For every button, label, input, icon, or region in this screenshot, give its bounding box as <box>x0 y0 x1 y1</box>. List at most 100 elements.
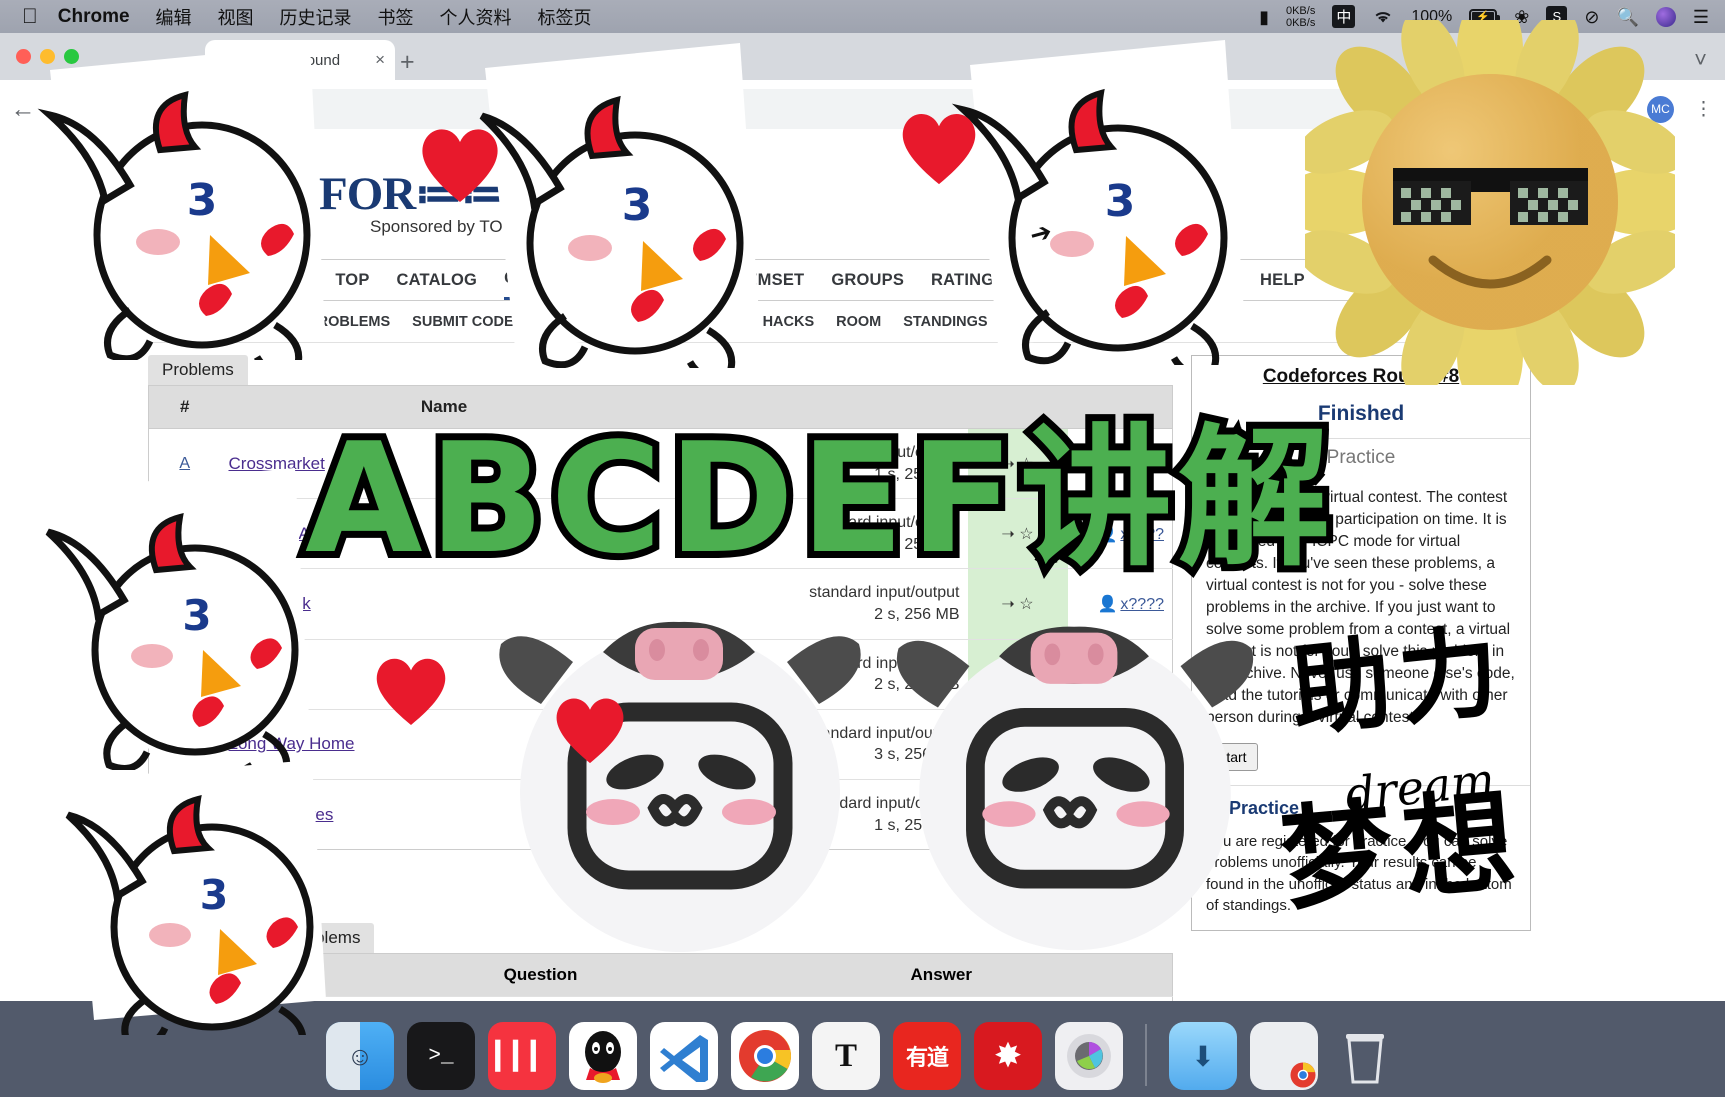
apple-icon[interactable]:  <box>22 6 38 27</box>
subnav-submit-code[interactable]: SUBMIT CODE <box>412 314 514 330</box>
window-controls[interactable] <box>16 49 79 64</box>
minimize-window-button[interactable] <box>40 49 55 64</box>
dock-item-downloads-folder[interactable]: ⬇ <box>1169 1022 1237 1090</box>
close-tab-icon[interactable]: × <box>375 50 385 70</box>
user-icon: 👤 <box>1106 736 1127 754</box>
nav-edu[interactable]: EDU <box>1021 262 1056 299</box>
problem-marks[interactable]: ➝ ☆ <box>967 708 1068 780</box>
table-row[interactable]: E Long Way Home standard input/output 3 … <box>148 708 1173 780</box>
search-icon[interactable]: 🔍 <box>1616 8 1638 26</box>
solved-count[interactable]: x279? <box>1120 666 1164 683</box>
menubar-app-name[interactable]: Chrome <box>58 6 130 28</box>
dock-item-terminal[interactable]: >_ <box>407 1022 475 1090</box>
nav-problemset[interactable]: PROBLEMSET <box>688 262 805 299</box>
dock-item-quicktime[interactable] <box>1055 1022 1123 1090</box>
menu-tabs[interactable]: 标签页 <box>538 4 592 30</box>
problemset-link-row: problemset <box>148 850 1173 885</box>
tab-title: Codeforces Round <box>215 51 341 69</box>
problemset-link[interactable]: problemset <box>1085 859 1159 876</box>
table-row[interactable]: F Crop Squares standard input/output 1 s… <box>148 778 1173 850</box>
problem-index[interactable]: B <box>179 525 190 542</box>
problem-name[interactable]: Crop Squares <box>229 805 334 824</box>
bookmark-star-icon[interactable]: ☆ <box>1610 98 1627 121</box>
control-center-icon[interactable]: ☰ <box>1693 8 1709 26</box>
siri-icon[interactable] <box>1655 6 1676 27</box>
problem-index[interactable]: C <box>179 595 191 612</box>
nav-home[interactable]: HOME <box>258 262 308 299</box>
nav-contests[interactable]: CONTESTS <box>504 260 596 300</box>
dock-item-finder[interactable]: ☺ <box>326 1022 394 1090</box>
profile-avatar[interactable]: MC <box>1647 95 1674 123</box>
menubar-status-area: ▮ 0KB/s 0KB/s 中 100% ⚡ ❀ S ⊘ 🔍 ☰ <box>1259 5 1709 29</box>
dock-item-vscode[interactable] <box>650 1022 718 1090</box>
problem-name[interactable]: Long Way Home <box>229 734 355 753</box>
subnav-custom-invocation[interactable]: CUSTOM INVOCATION <box>1010 314 1167 330</box>
subnav-standings[interactable]: STANDINGS <box>903 314 987 330</box>
user-icon: 👤 <box>1097 666 1118 684</box>
address-bar[interactable]: com/contest/1715 <box>95 89 1605 129</box>
problem-name[interactable]: 2+ doors <box>229 664 296 683</box>
solved-count[interactable]: x???? <box>1120 596 1164 613</box>
dock-item-music[interactable]: ▎▎▎ <box>488 1022 556 1090</box>
close-window-button[interactable] <box>16 49 31 64</box>
snipaste-icon[interactable]: S <box>1546 6 1568 27</box>
menu-history[interactable]: 历史记录 <box>280 4 352 30</box>
new-tab-button[interactable]: + <box>400 48 415 77</box>
share-icon[interactable]: ⇧ <box>1574 98 1590 121</box>
problem-index[interactable]: E <box>179 735 190 752</box>
battery-icon[interactable]: ⚡ <box>1469 9 1501 24</box>
nav-calendar[interactable]: CALENDAR <box>1139 262 1233 299</box>
problem-marks[interactable]: ➝ ☆ <box>967 778 1068 850</box>
heart-sticker <box>376 658 446 725</box>
problem-index[interactable]: F <box>180 806 190 823</box>
dock-item-youdao[interactable]: 有道 <box>893 1022 961 1090</box>
bag-icon[interactable]: ▮ <box>1259 8 1269 26</box>
nav-rating[interactable]: RATING <box>931 262 994 299</box>
nav-top[interactable]: TOP <box>335 262 369 299</box>
do-not-disturb-icon[interactable]: ⊘ <box>1584 8 1599 26</box>
start-virtual-contest-button[interactable]: Start <box>1206 743 1258 771</box>
problem-index[interactable]: D <box>179 665 191 682</box>
problem-marks[interactable]: ➝ ☆ <box>967 638 1068 710</box>
cf-contest-subnav: PROBLEMS SUBMIT CODE MY SUBMISSIONS STAT… <box>148 301 1558 343</box>
subnav-my-submissions[interactable]: MY SUBMISSIONS <box>536 314 663 330</box>
questions-header-row: # When Question Answer <box>148 953 1173 997</box>
problem-name[interactable]: Monoblock <box>229 594 311 613</box>
nav-help[interactable]: HELP <box>1260 262 1305 299</box>
solved-count[interactable]: x222 <box>1129 807 1164 824</box>
ime-icon[interactable]: 中 <box>1332 5 1356 28</box>
menu-view[interactable]: 视图 <box>218 4 254 30</box>
solved-count[interactable]: x704 <box>1129 736 1164 753</box>
subnav-status[interactable]: STATUS <box>685 314 741 330</box>
subnav-room[interactable]: ROOM <box>836 314 881 330</box>
menu-edit[interactable]: 编辑 <box>156 4 192 30</box>
bluetooth-icon[interactable]: ❀ <box>1514 8 1529 26</box>
dock-item-minimized-window[interactable] <box>1250 1022 1318 1090</box>
menu-profile[interactable]: 个人资料 <box>440 4 512 30</box>
menu-bookmarks[interactable]: 书签 <box>378 4 414 30</box>
browser-tab[interactable]: Codeforces Round × <box>205 40 395 80</box>
nav-groups[interactable]: GROUPS <box>831 262 904 299</box>
kebab-menu-icon[interactable]: ⋮ <box>1694 98 1713 121</box>
qcol-index: # <box>148 953 221 997</box>
subnav-hacks[interactable]: HACKS <box>763 314 815 330</box>
qcol-when: When <box>220 953 371 997</box>
questions-table: # When Question Answer 2022-08- 22 17:32 <box>148 953 1173 1001</box>
nav-api[interactable]: API <box>1084 262 1112 299</box>
table-row[interactable]: D 2+ doors standard input/output 2 s, 25… <box>148 638 1173 710</box>
dock-item-chrome[interactable] <box>731 1022 799 1090</box>
problems-caption: Problems <box>148 355 248 385</box>
wifi-icon[interactable] <box>1372 9 1394 25</box>
dock-item-qq[interactable] <box>569 1022 637 1090</box>
dock-item-mathematica[interactable]: ✸ <box>974 1022 1042 1090</box>
problem-index[interactable]: A <box>179 455 190 472</box>
cf-logo[interactable]: ≔FOR≔≔≔ <box>148 138 1558 221</box>
dock-item-typora[interactable]: T <box>812 1022 880 1090</box>
subnav-problems[interactable]: PROBLEMS <box>308 314 390 330</box>
back-button[interactable]: ← <box>0 95 46 124</box>
nav-gym[interactable]: GYM <box>623 262 661 299</box>
maximize-window-button[interactable] <box>64 49 79 64</box>
tab-list-chevron-icon[interactable]: ˅ <box>1694 47 1707 73</box>
nav-catalog[interactable]: CATALOG <box>397 262 478 299</box>
dock-item-trash[interactable] <box>1331 1022 1399 1090</box>
